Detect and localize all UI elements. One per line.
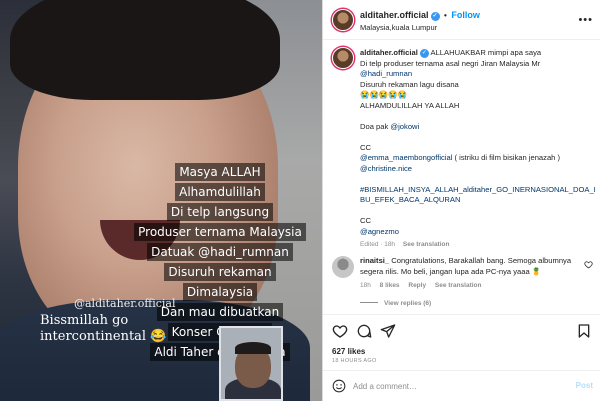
comment-heart-icon[interactable] bbox=[584, 260, 593, 269]
mention-link[interactable]: @emma_maembongofficial bbox=[360, 153, 452, 162]
comment-likes-link[interactable]: 8 likes bbox=[380, 282, 400, 289]
header-username-line: alditaher.official ✓ • Follow bbox=[360, 10, 480, 21]
mention-link[interactable]: @jokowi bbox=[390, 122, 419, 131]
post-media[interactable]: Masya ALLAH Alhamdulillah Di telp langsu… bbox=[0, 0, 322, 401]
post-timestamp: 18 HOURS AGO bbox=[332, 358, 377, 364]
comment-username[interactable]: rinaitsi_ bbox=[360, 256, 389, 265]
post-button[interactable]: Post bbox=[576, 381, 593, 390]
username-link[interactable]: alditaher.official bbox=[360, 10, 429, 20]
caption-line bbox=[360, 174, 588, 185]
caption-line-text: ( istriku di film bisikan jenazah ) bbox=[452, 153, 561, 162]
comment-bubble-icon[interactable] bbox=[356, 323, 372, 339]
caption-line: Disuruh rekaman lagu disana bbox=[360, 79, 459, 89]
caption-line-text: Doa pak bbox=[360, 121, 391, 131]
overlay-line: Di telp langsung bbox=[166, 203, 274, 221]
replies-divider bbox=[360, 302, 378, 303]
reply-button[interactable]: Reply bbox=[408, 282, 426, 289]
caption-line: 😭😭😭😭😭 bbox=[360, 90, 408, 99]
comment-text: rinaitsi_ Congratulations, Barakallah ba… bbox=[360, 256, 580, 292]
follow-button[interactable]: Follow bbox=[451, 10, 480, 20]
caption-line bbox=[360, 132, 588, 143]
see-translation-link[interactable]: See translation bbox=[435, 282, 482, 289]
caption-line: alditaher.official ✓ ALLAHUAKBAR mimpi ap… bbox=[360, 48, 588, 59]
avatar[interactable] bbox=[332, 256, 354, 278]
emoji-icon[interactable] bbox=[332, 379, 346, 393]
post-header: alditaher.official ✓ • Follow Malaysia,ku… bbox=[323, 0, 600, 40]
caption-line: CC bbox=[360, 142, 371, 152]
caption-line bbox=[360, 206, 588, 217]
comments-section[interactable]: alditaher.official ✓ ALLAHUAKBAR mimpi ap… bbox=[323, 40, 600, 310]
mention-link[interactable]: @christine.nice bbox=[360, 164, 588, 175]
overlay-line: Datuak @hadi_rumnan bbox=[147, 243, 293, 261]
caption-line-text: ALLAHUAKBAR mimpi apa saya bbox=[428, 48, 542, 57]
overlay-bismillah: Bissmillah go intercontinental 😂 bbox=[40, 313, 166, 345]
more-options-icon[interactable]: ••• bbox=[578, 14, 593, 26]
mention-link[interactable]: @hadi_rumnan bbox=[360, 69, 588, 80]
caption-line bbox=[360, 111, 588, 122]
action-bar bbox=[323, 314, 600, 344]
mention-link[interactable]: @agnezmo bbox=[360, 227, 588, 238]
location-link[interactable]: Malaysia,kuala Lumpur bbox=[360, 23, 437, 32]
post-panel: alditaher.official ✓ • Follow Malaysia,ku… bbox=[322, 0, 600, 401]
caption-username[interactable]: alditaher.official bbox=[360, 48, 418, 57]
bookmark-icon[interactable] bbox=[576, 323, 592, 339]
hashtag-link[interactable]: BU_EFEK_BACA_ALQURAN bbox=[360, 195, 588, 206]
caption-line: @emma_maembongofficial ( istriku di film… bbox=[360, 153, 588, 164]
avatar[interactable] bbox=[332, 9, 354, 31]
bismillah-line: Bissmillah go bbox=[40, 313, 129, 328]
caption-timestamp: Edited · 18h bbox=[360, 241, 396, 248]
video-call-thumbnail bbox=[219, 326, 283, 401]
verified-icon: ✓ bbox=[419, 49, 429, 58]
verified-icon: ✓ bbox=[430, 12, 440, 21]
comment-meta: 18h 8 likes Reply See translation bbox=[360, 281, 580, 292]
hashtag-link[interactable]: #BISMILLAH_INSYA_ALLAH_alditaher_GO_INER… bbox=[360, 185, 596, 196]
view-replies-label: View replies (6) bbox=[384, 300, 432, 307]
overlay-line: Disuruh rekaman bbox=[164, 263, 276, 281]
caption-line: ALHAMDULILLAH YA ALLAH bbox=[360, 100, 460, 110]
view-replies-button[interactable]: View replies (6) bbox=[360, 300, 431, 307]
see-translation-link[interactable]: See translation bbox=[403, 241, 450, 248]
add-comment-bar: Post bbox=[323, 370, 600, 401]
person-hair bbox=[10, 0, 280, 100]
overlay-handle: @alditaher.official bbox=[74, 297, 176, 310]
comment-input[interactable] bbox=[353, 378, 553, 394]
bismillah-line: intercontinental 😂 bbox=[40, 329, 167, 344]
caption-line: Doa pak @jokowi bbox=[360, 122, 588, 133]
likes-count[interactable]: 627 likes bbox=[332, 347, 365, 356]
caption-line: CC bbox=[360, 216, 371, 225]
overlay-line: Dimalaysia bbox=[182, 283, 258, 301]
caption-meta: Edited · 18h See translation bbox=[360, 240, 588, 251]
overlay-line: Dan mau dibuatkan bbox=[156, 303, 284, 321]
share-send-icon[interactable] bbox=[380, 323, 396, 339]
overlay-line: Produser ternama Malaysia bbox=[134, 223, 306, 241]
comment-time: 18h bbox=[360, 282, 371, 289]
overlay-line: Alhamdulillah bbox=[175, 183, 265, 201]
caption-text: alditaher.official ✓ ALLAHUAKBAR mimpi ap… bbox=[360, 48, 596, 251]
overlay-line: Masya ALLAH bbox=[175, 163, 265, 181]
separator-dot: • bbox=[444, 11, 447, 20]
thumbnail-hair bbox=[235, 342, 271, 354]
avatar[interactable] bbox=[332, 47, 354, 69]
caption-line: Di telp produser ternama asal negri Jira… bbox=[360, 58, 541, 68]
comment-body: Congratulations, Barakallah bang. Semoga… bbox=[360, 256, 572, 276]
like-heart-icon[interactable] bbox=[332, 323, 348, 339]
